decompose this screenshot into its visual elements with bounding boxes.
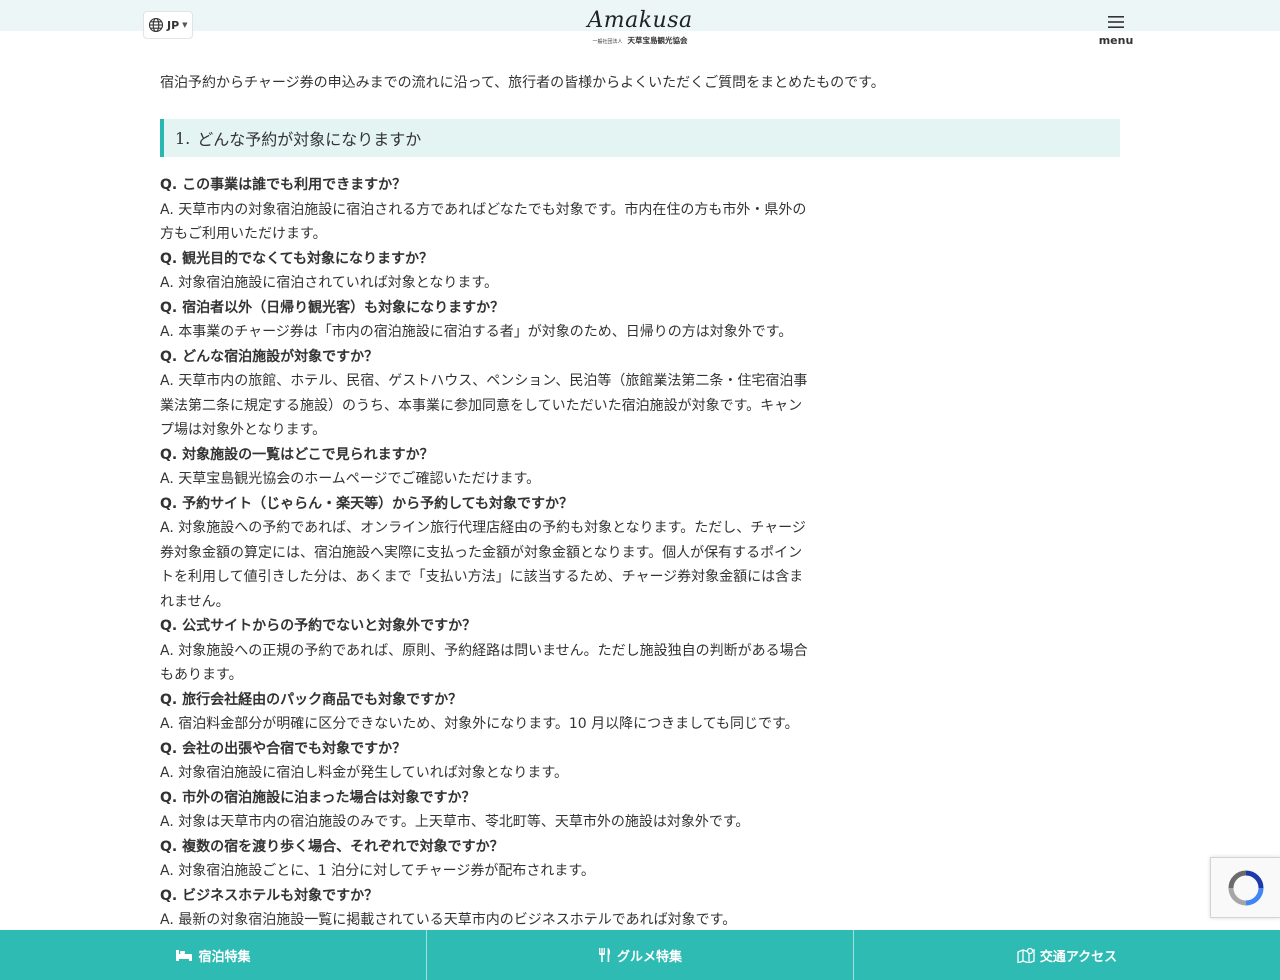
faq-answer: A. 対象宿泊施設に宿泊されていれば対象となります。 (160, 275, 498, 291)
faq-question: Q. ビジネスホテルも対象ですか？ (160, 887, 379, 904)
faq-answer: A. 対象施設への予約であれば、オンライン旅行代理店経由の予約も対象となります。… (160, 520, 806, 610)
faq-answer: A. 天草市内の対象宿泊施設に宿泊される方であればどなたでも対象です。市内在住の… (160, 201, 807, 243)
intro-text: 宿泊予約からチャージ券の申込みまでの流れに沿って、旅行者の皆様からよくいただくご… (160, 75, 885, 91)
main-content: 宿泊予約からチャージ券の申込みまでの流れに沿って、旅行者の皆様からよくいただくご… (160, 72, 1120, 933)
faq-question: Q. 複数の宿を渡り歩く場合、それぞれで対象ですか？ (160, 838, 504, 855)
section-heading: 1. どんな予約が対象になりますか (160, 119, 1120, 157)
faq-answer: A. 天草市内の旅館、ホテル、民宿、ゲストハウス、ペンション、民泊等（旅館業法第… (160, 373, 808, 438)
faq-question: Q. 市外の宿泊施設に泊まった場合は対象ですか？ (160, 789, 476, 806)
footer-label-access: 交通アクセス (1039, 949, 1118, 965)
faq-question: Q. 予約サイト（じゃらん・楽天等）から予約しても対象ですか？ (160, 495, 573, 512)
footer-label-accommodation: 宿泊特集 (198, 949, 251, 965)
faq-question: Q. この事業は誰でも利用できますか？ (160, 177, 407, 193)
footer-label-gourmet: グルメ特集 (616, 949, 682, 965)
globe-icon (148, 17, 164, 33)
faq-question: Q. 対象施設の一覧はどこで見られますか？ (160, 446, 434, 463)
menu-label: menu (1098, 34, 1134, 47)
faq-question: Q. どんな宿泊施設が対象ですか？ (160, 348, 379, 365)
faq-question: Q. 会社の出張や合宿でも対象ですか？ (160, 740, 407, 757)
faq-answer: A. 本事業のチャージ券は「市内の宿泊施設に宿泊する者」が対象のため、日帰りの方… (160, 324, 793, 340)
logo-org-name: 天草宝島観光協会 (627, 36, 688, 45)
faq-answer: A. 対象宿泊施設ごとに、1 泊分に対してチャージ券が配布されます。 (160, 863, 595, 879)
footer-link-accommodation[interactable]: 宿泊特集 (0, 930, 427, 980)
faq-question: Q. 旅行会社経由のパック商品でも対象ですか？ (160, 691, 463, 708)
language-selector[interactable]: JP ▼ (143, 11, 193, 39)
hamburger-icon (1107, 15, 1125, 29)
site-logo[interactable]: Amakusa 一般社団法人 天草宝島観光協会 (586, 9, 694, 49)
faq-answer: A. 宿泊料金部分が明確に区分できないため、対象外になります。10 月以降につき… (160, 716, 799, 732)
section-title: どんな予約が対象になりますか (197, 130, 422, 149)
menu-button[interactable]: menu (1098, 14, 1134, 47)
faq-question: Q. 観光目的でなくても対象になりますか？ (160, 250, 433, 267)
recaptcha-icon (1226, 868, 1266, 908)
footer-link-access[interactable]: 交通アクセス (854, 930, 1280, 980)
faq-answer: A. 天草宝島観光協会のホームページでご確認いただけます。 (160, 471, 541, 487)
logo-wordmark: Amakusa (587, 8, 693, 33)
recaptcha-badge[interactable] (1210, 857, 1280, 918)
faq-list: Q. この事業は誰でも利用できますか？ A. 天草市内の対象宿泊施設に宿泊される方… (160, 173, 808, 933)
language-code: JP (167, 18, 180, 32)
faq-question: Q. 宿泊者以外（日帰り観光客）も対象になりますか？ (160, 299, 505, 316)
faq-answer: A. 対象宿泊施設に宿泊し料金が発生していれば対象となります。 (160, 765, 568, 781)
footer-nav: 宿泊特集 グルメ特集 交通アクセス (0, 930, 1280, 980)
fork-knife-icon (598, 947, 612, 963)
map-icon (1017, 947, 1035, 963)
faq-answer: A. 対象は天草市内の宿泊施設のみです。上天草市、苓北町等、天草市外の施設は対象… (160, 814, 750, 830)
caret-down-icon: ▼ (182, 21, 188, 29)
section-number: 1. (175, 128, 191, 148)
faq-question: Q. 公式サイトからの予約でないと対象外ですか？ (160, 618, 477, 634)
faq-answer: A. 対象施設への正規の予約であれば、原則、予約経路は問いません。ただし施設独自… (160, 642, 808, 684)
footer-link-gourmet[interactable]: グルメ特集 (427, 930, 854, 980)
faq-answer: A. 最新の対象宿泊施設一覧に掲載されている天草市内のビジネスホテルであれば対象… (160, 912, 737, 928)
logo-small-text: 一般社団法人 (592, 39, 623, 45)
bed-icon (175, 947, 193, 963)
